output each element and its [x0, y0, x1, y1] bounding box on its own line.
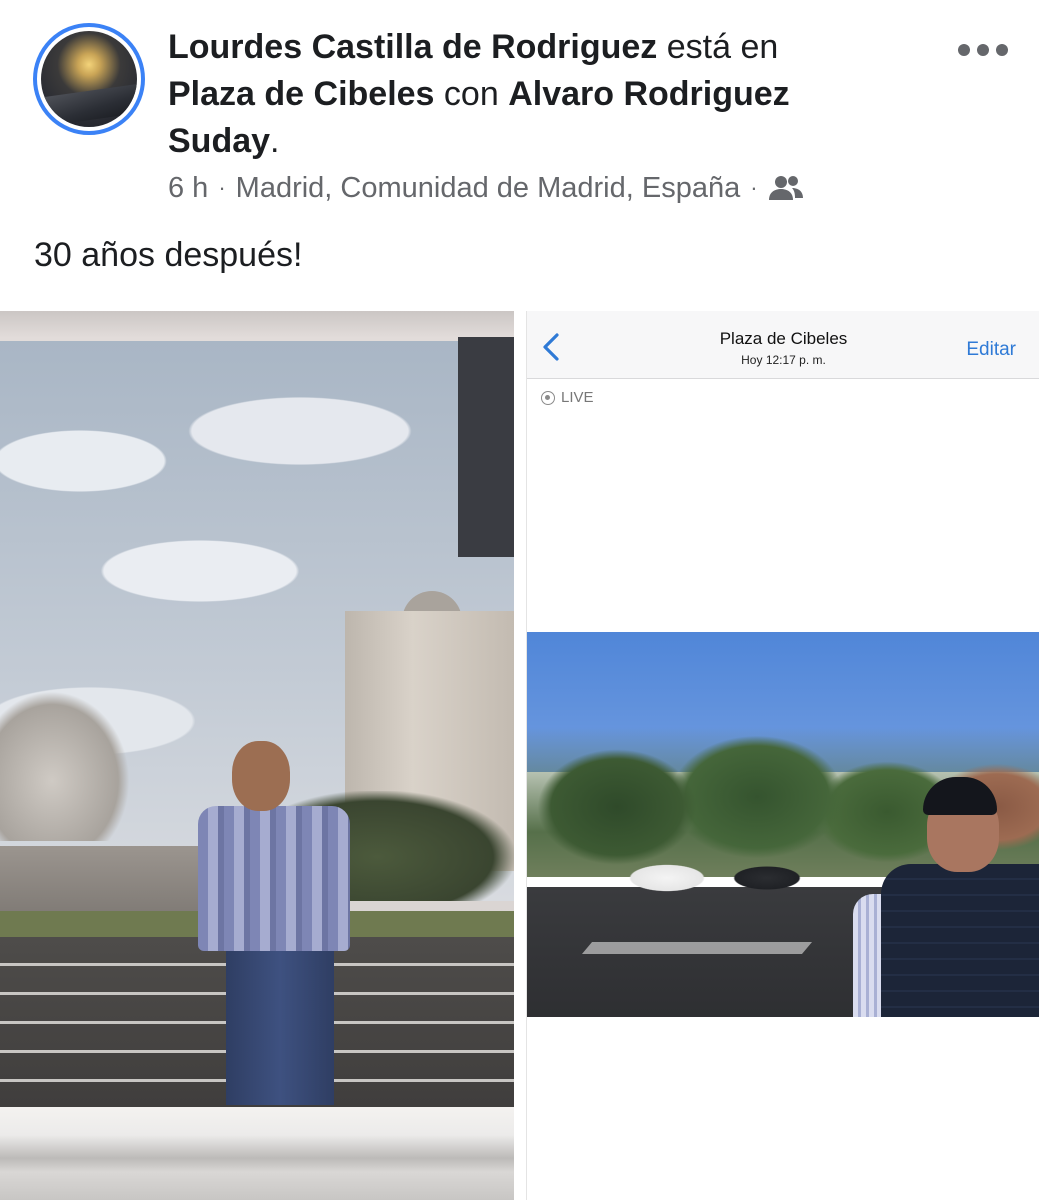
- is-at-text: está en: [666, 28, 779, 66]
- post-caption: 30 años después!: [34, 236, 303, 274]
- more-dot-1: [958, 44, 970, 56]
- location-text[interactable]: Madrid, Comunidad de Madrid, España: [236, 172, 741, 205]
- friends-icon[interactable]: [768, 173, 804, 203]
- more-dot-3: [996, 44, 1008, 56]
- new-photo: [527, 632, 1039, 1017]
- live-label: LIVE: [561, 389, 594, 406]
- more-dot-2: [977, 44, 989, 56]
- live-icon: [541, 390, 555, 405]
- phone-subtitle: Hoy 12:17 p. m.: [741, 353, 826, 367]
- phone-navbar: Plaza de Cibeles Hoy 12:17 p. m. Editar: [527, 311, 1039, 379]
- live-badge[interactable]: LIVE: [541, 389, 594, 406]
- photo-bottom-edge: [0, 1107, 514, 1200]
- phone-title: Plaza de Cibeles: [719, 329, 848, 348]
- old-photo[interactable]: [0, 311, 514, 1200]
- meta-separator-2: ·: [750, 175, 758, 200]
- post-avatar[interactable]: [33, 23, 145, 135]
- post-header: Lourdes Castilla de Rodriguez está en Pl…: [168, 24, 908, 165]
- person-vest: [881, 864, 1039, 1017]
- tape-strip: [458, 337, 514, 557]
- person-jeans: [226, 947, 334, 1105]
- statue: [0, 691, 130, 841]
- edit-button[interactable]: Editar: [966, 339, 1016, 361]
- phone-screenshot[interactable]: Plaza de Cibeles Hoy 12:17 p. m. Editar …: [526, 311, 1039, 1200]
- period-text: .: [270, 122, 280, 160]
- post-meta: 6 h · Madrid, Comunidad de Madrid, Españ…: [168, 168, 804, 208]
- avatar-image: [41, 31, 137, 127]
- place-link[interactable]: Plaza de Cibeles: [168, 75, 434, 113]
- timestamp[interactable]: 6 h: [168, 172, 208, 205]
- author-name[interactable]: Lourdes Castilla de Rodriguez: [168, 28, 657, 66]
- more-options-button[interactable]: [958, 38, 1008, 62]
- person-head: [232, 741, 290, 811]
- with-text: con: [443, 75, 499, 113]
- person-shirt: [198, 806, 350, 951]
- meta-separator: ·: [218, 175, 226, 200]
